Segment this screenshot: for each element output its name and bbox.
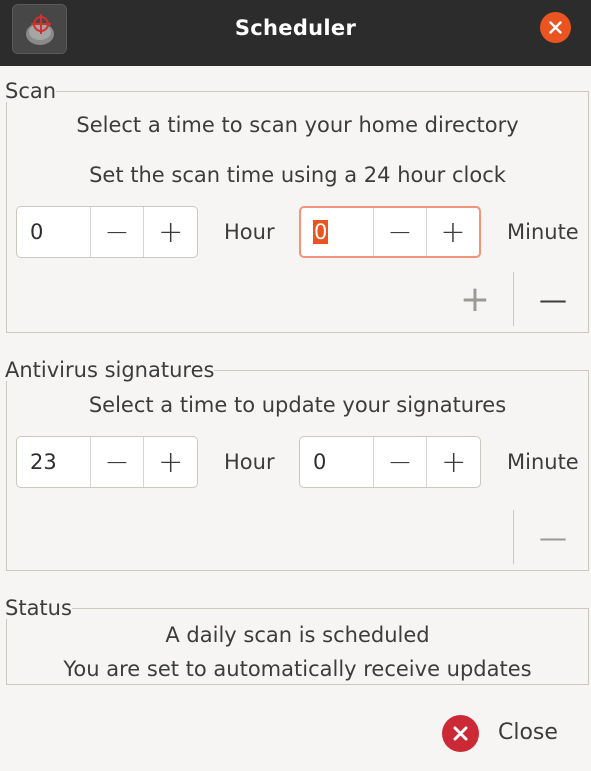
signatures-hour-decrement-button[interactable]: − (89, 437, 144, 487)
signatures-minute-increment-button[interactable]: + (426, 437, 480, 487)
signatures-instruction: Select a time to update your signatures (88, 393, 507, 417)
scan-minute-input[interactable]: 0 (301, 208, 373, 256)
scan-hour-spinner: 0 − + (16, 206, 198, 258)
scan-hour-increment-button[interactable]: + (143, 207, 197, 257)
signatures-minute-decrement-button[interactable]: − (372, 437, 427, 487)
plus-icon: + (441, 444, 467, 480)
scan-minute-spinner: 0 − + (299, 206, 481, 258)
signatures-hour-spinner: 23 − + (16, 436, 198, 488)
plus-icon: + (158, 444, 184, 480)
scan-minute-increment-button[interactable]: + (425, 208, 479, 256)
signatures-hour-input[interactable]: 23 (17, 437, 90, 487)
close-circle-icon (442, 715, 479, 752)
window-close-button[interactable] (540, 12, 571, 43)
close-x-icon (453, 726, 468, 741)
scan-remove-schedule-button[interactable]: — (533, 282, 573, 318)
status-legend: Status (5, 596, 72, 620)
title-bar: Scheduler (0, 0, 591, 66)
close-button[interactable]: Close (440, 710, 570, 758)
status-scan-text: A daily scan is scheduled (165, 623, 430, 647)
scan-clock-hint: Set the scan time using a 24 hour clock (89, 163, 506, 187)
signatures-minute-input[interactable]: 0 (300, 437, 373, 487)
minus-icon: − (387, 214, 413, 250)
scan-hour-decrement-button[interactable]: − (89, 207, 144, 257)
scan-minute-label: Minute (507, 220, 579, 244)
signatures-hour-increment-button[interactable]: + (143, 437, 197, 487)
scheduler-window: Scheduler Scan Select a time to scan you… (0, 0, 591, 771)
signatures-hour-label: Hour (224, 450, 275, 474)
signatures-legend: Antivirus signatures (5, 358, 215, 382)
scan-add-schedule-button[interactable]: + (455, 282, 495, 318)
signatures-minute-spinner: 0 − + (299, 436, 481, 488)
window-close-icon (549, 21, 562, 34)
status-update-text: You are set to automatically receive upd… (63, 657, 532, 681)
plus-icon: + (158, 214, 184, 250)
toolbar-separator (513, 272, 514, 326)
minus-icon: − (104, 444, 130, 480)
close-button-label: Close (498, 720, 558, 745)
signatures-minute-label: Minute (507, 450, 579, 474)
scan-hour-input[interactable]: 0 (17, 207, 90, 257)
signatures-remove-schedule-button[interactable]: — (533, 520, 573, 556)
window-title: Scheduler (234, 16, 357, 40)
scan-instruction: Select a time to scan your home director… (76, 113, 519, 137)
minus-icon: − (387, 444, 413, 480)
scan-minute-decrement-button[interactable]: − (372, 208, 426, 256)
toolbar-separator (513, 510, 514, 564)
minus-icon: − (104, 214, 130, 250)
scan-hour-label: Hour (224, 220, 275, 244)
plus-icon: + (440, 214, 466, 250)
scan-legend: Scan (5, 79, 57, 103)
